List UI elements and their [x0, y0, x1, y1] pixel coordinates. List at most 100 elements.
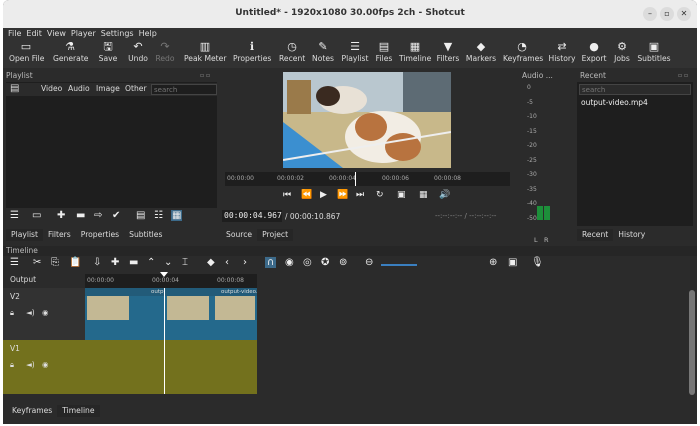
update-icon[interactable]: ⇨: [94, 210, 102, 221]
skip-start-icon[interactable]: ⏮: [283, 190, 291, 200]
recent-item[interactable]: output-video.mp4: [581, 98, 648, 107]
timeline-playhead[interactable]: [164, 288, 165, 394]
save-button[interactable]: 🖫 Save: [98, 40, 118, 68]
video-preview[interactable]: [283, 72, 451, 168]
recent-button[interactable]: ◷ Recent: [279, 40, 305, 68]
tab-source[interactable]: Source: [221, 229, 257, 241]
overwrite-icon[interactable]: ▬: [129, 257, 138, 268]
zoom-icon[interactable]: ▣: [397, 190, 406, 200]
filter-audio[interactable]: Audio: [68, 84, 90, 93]
zoom-in-icon[interactable]: ⊕: [489, 257, 497, 268]
menu-player[interactable]: Player: [71, 28, 96, 40]
eye-icon[interactable]: ◉: [42, 360, 49, 369]
peak-meter-button[interactable]: ▥ Peak Meter: [184, 40, 226, 68]
volume-icon[interactable]: 🔊: [439, 190, 450, 200]
skip-end-icon[interactable]: ⏭: [356, 190, 364, 200]
generate-button[interactable]: ⚗ Generate: [53, 40, 88, 68]
paste-icon[interactable]: 📋: [69, 257, 81, 268]
timeline-ruler[interactable]: 00:00:00 00:00:04 00:00:08: [85, 274, 257, 288]
mute-icon[interactable]: ◄): [26, 360, 35, 369]
open-file-button[interactable]: ▭ Open File: [9, 40, 44, 68]
open-icon[interactable]: ▭: [32, 210, 41, 221]
keyframes-button[interactable]: ◔ Keyframes: [503, 40, 543, 68]
tab-recent[interactable]: Recent: [577, 229, 614, 241]
properties-button[interactable]: ℹ Properties: [233, 40, 271, 68]
tab-timeline[interactable]: Timeline: [57, 405, 100, 417]
minimize-button[interactable]: –: [643, 7, 657, 21]
menu-help[interactable]: Help: [139, 28, 157, 40]
snap-icon[interactable]: ∩: [265, 257, 277, 268]
timeline-button[interactable]: ▦ Timeline: [399, 40, 431, 68]
clip-v2[interactable]: output-video output-video.mp4: [85, 288, 257, 340]
record-audio-icon[interactable]: 🎙: [531, 257, 544, 268]
recent-float-icons[interactable]: ▫ ▫: [678, 72, 688, 79]
recent-search-input[interactable]: [579, 84, 691, 95]
player-playhead[interactable]: [355, 172, 356, 186]
zoom-slider[interactable]: [381, 264, 417, 266]
play-icon[interactable]: ▶: [320, 190, 327, 200]
mute-icon[interactable]: ◄): [26, 308, 35, 317]
history-button[interactable]: ⇄ History: [548, 40, 576, 68]
files-button[interactable]: ▤ Files: [374, 40, 394, 68]
list-view-icon[interactable]: ☷: [154, 210, 163, 221]
fast-forward-icon[interactable]: ⏩: [337, 190, 348, 200]
filters-button[interactable]: ▼ Filters: [436, 40, 460, 68]
loop-icon[interactable]: ↻: [376, 190, 384, 200]
filter-image[interactable]: Image: [96, 84, 120, 93]
playlist-list[interactable]: [6, 82, 217, 208]
menu-edit[interactable]: Edit: [26, 28, 42, 40]
playlist-button[interactable]: ☰ Playlist: [340, 40, 370, 68]
filter-other[interactable]: Other: [125, 84, 147, 93]
next-marker-icon[interactable]: ›: [243, 257, 247, 268]
timeline-scrollbar[interactable]: [689, 290, 695, 395]
chevron-up-icon[interactable]: ⌃: [147, 257, 155, 268]
tab-subtitles[interactable]: Subtitles: [124, 229, 167, 241]
ripple-icon[interactable]: ◎: [303, 257, 312, 268]
zoom-fit-icon[interactable]: ▣: [508, 257, 517, 268]
menu-view[interactable]: View: [47, 28, 66, 40]
player-ruler[interactable]: 00:00:00 00:00:02 00:00:04 00:00:06 00:0…: [225, 172, 510, 186]
close-button[interactable]: ✕: [677, 7, 691, 21]
eye-icon[interactable]: ◉: [42, 308, 49, 317]
jobs-button[interactable]: ⚙ Jobs: [612, 40, 632, 68]
menu-settings[interactable]: Settings: [101, 28, 134, 40]
redo-button[interactable]: ↷ Redo: [154, 40, 176, 68]
tab-filters[interactable]: Filters: [43, 229, 76, 241]
track-header-v1[interactable]: V1 🔒︎ ◄) ◉: [3, 340, 85, 394]
prev-marker-icon[interactable]: ‹: [225, 257, 229, 268]
tab-keyframes[interactable]: Keyframes: [7, 405, 57, 417]
cut-icon[interactable]: ✂: [33, 257, 41, 268]
panel-float-icons[interactable]: ▫ ▫: [200, 72, 210, 79]
chevron-down-icon[interactable]: ⌄: [164, 257, 172, 268]
zoom-out-icon[interactable]: ⊖: [365, 257, 373, 268]
ripple-markers-icon[interactable]: ⊚: [339, 257, 347, 268]
copy-icon[interactable]: ⎘: [51, 257, 59, 268]
tab-playlist[interactable]: Playlist: [6, 229, 43, 241]
track-header-v2[interactable]: V2 🔒︎ ◄) ◉: [3, 288, 85, 340]
export-button[interactable]: ● Export: [581, 40, 607, 68]
rewind-icon[interactable]: ⏪: [301, 190, 312, 200]
detail-view-icon[interactable]: ▤: [136, 210, 145, 221]
track-area-v1[interactable]: [85, 340, 257, 394]
recent-list[interactable]: output-video.mp4: [577, 82, 693, 226]
check-icon[interactable]: ✔: [112, 210, 120, 221]
grid-view-icon[interactable]: ▦: [171, 210, 183, 221]
tab-project[interactable]: Project: [257, 229, 294, 241]
playlist-view-icon[interactable]: ▤: [10, 83, 19, 94]
append-icon[interactable]: ⇩: [93, 257, 101, 268]
notes-button[interactable]: ✎ Notes: [311, 40, 335, 68]
grid-icon[interactable]: ▦: [419, 190, 428, 200]
menu-file[interactable]: File: [8, 28, 21, 40]
scrub-icon[interactable]: ◉: [285, 257, 294, 268]
split-icon[interactable]: ⌶: [182, 257, 188, 268]
maximize-button[interactable]: ▫: [660, 7, 674, 21]
lock-icon[interactable]: 🔒︎: [10, 308, 14, 318]
add-icon[interactable]: ✚: [57, 210, 65, 221]
remove-icon[interactable]: ▬: [76, 210, 85, 221]
filter-video[interactable]: Video: [41, 84, 62, 93]
lift-icon[interactable]: ✚: [111, 257, 119, 268]
markers-button[interactable]: ◆ Markers: [465, 40, 497, 68]
marker-icon[interactable]: ◆: [207, 257, 215, 268]
tab-properties[interactable]: Properties: [76, 229, 124, 241]
tab-history[interactable]: History: [613, 229, 650, 241]
